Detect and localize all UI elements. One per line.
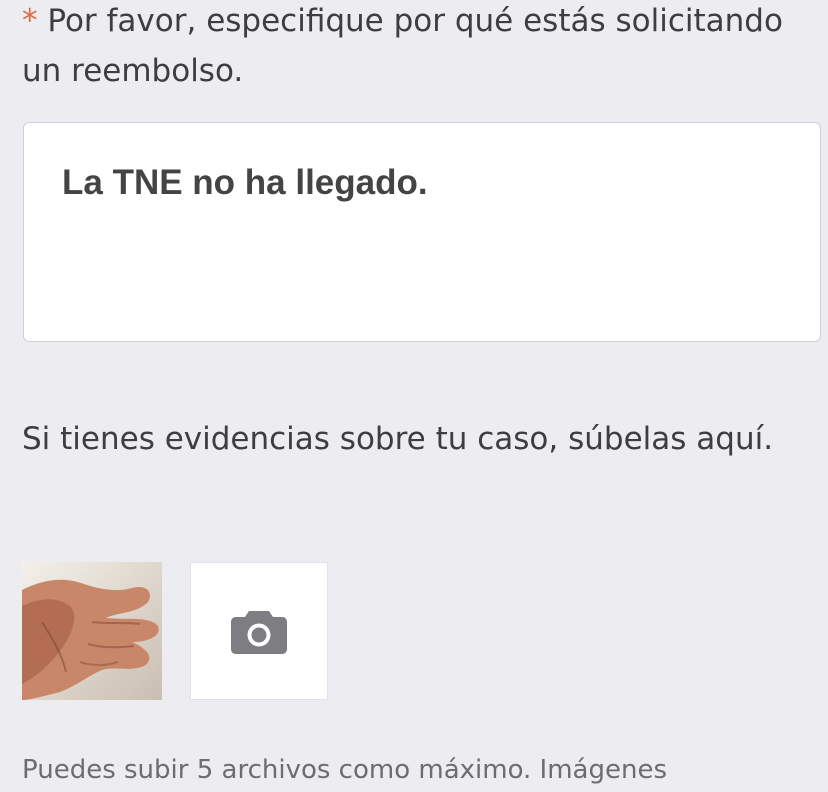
add-photo-button[interactable] (190, 562, 328, 700)
camera-icon (231, 611, 287, 654)
required-marker: * (22, 3, 38, 39)
refund-reason-label: * Por favor, especifique por qué estás s… (22, 0, 802, 96)
hand-photo-icon (22, 579, 159, 700)
refund-reason-question: Por favor, especifique por qué estás sol… (22, 3, 783, 89)
refund-reason-value: La TNE no ha llegado. (62, 163, 428, 202)
upload-limit-note: Puedes subir 5 archivos como máximo. Imá… (22, 755, 667, 785)
evidence-upload-prompt: Si tienes evidencias sobre tu caso, súbe… (22, 421, 774, 457)
uploaded-image-thumbnail[interactable] (22, 562, 162, 700)
refund-reason-textarea[interactable]: La TNE no ha llegado. (23, 122, 821, 342)
